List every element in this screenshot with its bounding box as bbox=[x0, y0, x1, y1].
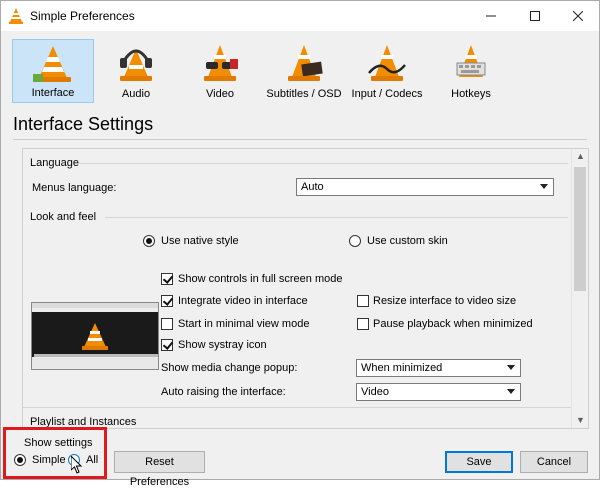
custom-skin-label: Use custom skin bbox=[367, 235, 448, 247]
section-title: Interface Settings bbox=[13, 114, 154, 134]
glasses-cone-icon bbox=[204, 45, 238, 81]
reset-preferences-button[interactable]: Reset Preferences bbox=[114, 451, 205, 488]
vlc-logo-icon bbox=[9, 8, 23, 24]
group-divider bbox=[23, 407, 572, 408]
media-popup-value: When minimized bbox=[361, 362, 443, 374]
interface-preview-image bbox=[31, 302, 159, 370]
settings-scroll-panel[interactable]: Language Menus language: Auto Look and f… bbox=[22, 148, 589, 429]
auto-raise-value: Video bbox=[361, 386, 389, 398]
category-label-audio: Audio bbox=[121, 88, 151, 100]
category-interface[interactable]: Interface bbox=[12, 39, 94, 103]
show-settings-highlight bbox=[3, 427, 107, 479]
minimize-button[interactable] bbox=[471, 1, 511, 31]
window-title: Simple Preferences bbox=[30, 9, 135, 23]
category-label-interface: Interface bbox=[31, 87, 75, 99]
category-toolbar: Interface Audio Video Subtitles / OSD In… bbox=[1, 31, 599, 107]
category-label-input: Input / Codecs bbox=[351, 88, 423, 100]
integrate-video-label: Integrate video in interface bbox=[178, 295, 308, 307]
fullscreen-controls-label: Show controls in full screen mode bbox=[178, 273, 343, 285]
category-hotkeys[interactable]: Hotkeys bbox=[430, 39, 512, 103]
category-label-hotkeys: Hotkeys bbox=[451, 88, 491, 100]
media-popup-label: Show media change popup: bbox=[161, 362, 298, 374]
group-divider bbox=[105, 217, 568, 218]
maximize-button[interactable] bbox=[515, 1, 555, 31]
systray-checkbox[interactable] bbox=[161, 339, 173, 351]
category-video[interactable]: Video bbox=[179, 39, 261, 103]
fullscreen-controls-checkbox[interactable] bbox=[161, 273, 173, 285]
menus-language-label: Menus language: bbox=[32, 182, 117, 194]
minimal-view-label: Start in minimal view mode bbox=[178, 318, 310, 330]
save-button[interactable]: Save bbox=[445, 451, 513, 473]
resize-interface-checkbox[interactable] bbox=[357, 295, 369, 307]
keyboard-cone-icon bbox=[456, 45, 486, 77]
scroll-down-icon[interactable]: ▼ bbox=[576, 415, 585, 425]
systray-label: Show systray icon bbox=[178, 339, 267, 351]
media-popup-select[interactable]: When minimized bbox=[356, 359, 521, 377]
minimal-view-checkbox[interactable] bbox=[161, 318, 173, 330]
scroll-up-icon[interactable]: ▲ bbox=[576, 151, 585, 161]
subtitles-cone-icon bbox=[288, 45, 323, 81]
language-group-title: Language bbox=[30, 157, 79, 169]
native-style-label: Use native style bbox=[161, 235, 239, 247]
category-label-video: Video bbox=[206, 88, 234, 100]
native-style-radio[interactable] bbox=[143, 235, 155, 247]
cable-cone-icon bbox=[368, 45, 406, 81]
look-feel-group-title: Look and feel bbox=[30, 211, 97, 223]
section-divider bbox=[13, 139, 587, 140]
auto-raise-select[interactable]: Video bbox=[356, 383, 521, 401]
custom-skin-radio[interactable] bbox=[349, 235, 361, 247]
category-label-subtitles: Subtitles / OSD bbox=[266, 88, 342, 100]
group-divider bbox=[78, 163, 568, 164]
maximize-icon bbox=[530, 11, 540, 21]
chevron-down-icon bbox=[507, 389, 515, 394]
resize-interface-label: Resize interface to video size bbox=[373, 295, 517, 307]
chevron-down-icon bbox=[507, 365, 515, 370]
integrate-video-checkbox[interactable] bbox=[161, 295, 173, 307]
menus-language-value: Auto bbox=[301, 181, 324, 193]
preferences-window: Simple Preferences Interface Audio Video… bbox=[0, 0, 600, 488]
auto-raise-label: Auto raising the interface: bbox=[161, 386, 286, 398]
vertical-scrollbar[interactable]: ▲ ▼ bbox=[571, 149, 588, 428]
cancel-button[interactable]: Cancel bbox=[520, 451, 588, 473]
category-subtitles-osd[interactable]: Subtitles / OSD bbox=[263, 39, 345, 103]
menus-language-select[interactable]: Auto bbox=[296, 178, 554, 196]
scrollbar-thumb[interactable] bbox=[574, 167, 586, 291]
close-button[interactable] bbox=[558, 1, 598, 31]
close-icon bbox=[573, 11, 583, 21]
vlc-cone-icon bbox=[33, 46, 71, 82]
pause-minimized-label: Pause playback when minimized bbox=[373, 318, 533, 330]
title-bar: Simple Preferences bbox=[1, 1, 599, 31]
mouse-pointer-icon bbox=[71, 456, 83, 474]
headphones-cone-icon bbox=[120, 49, 152, 81]
vlc-cone-icon bbox=[82, 323, 108, 350]
category-audio[interactable]: Audio bbox=[95, 39, 177, 103]
chevron-down-icon bbox=[540, 184, 548, 189]
category-input-codecs[interactable]: Input / Codecs bbox=[346, 39, 428, 103]
pause-minimized-checkbox[interactable] bbox=[357, 318, 369, 330]
minimize-icon bbox=[486, 15, 496, 17]
